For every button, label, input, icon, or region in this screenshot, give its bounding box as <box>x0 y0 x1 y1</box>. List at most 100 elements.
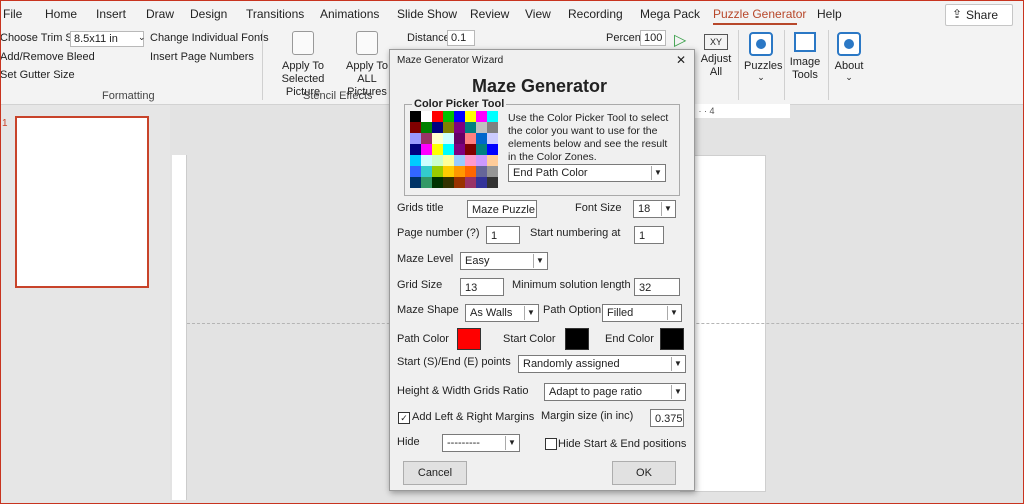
apply-selected-button[interactable]: Apply To Selected Picture <box>268 31 338 99</box>
slide-thumbnail[interactable] <box>15 116 149 288</box>
hide-positions-checkbox[interactable] <box>545 438 557 450</box>
palette-color-cell[interactable] <box>476 144 487 155</box>
tab-recording[interactable]: Recording <box>568 7 623 21</box>
palette-color-cell[interactable] <box>432 144 443 155</box>
palette-color-cell[interactable] <box>465 144 476 155</box>
palette-color-cell[interactable] <box>432 111 443 122</box>
palette-color-cell[interactable] <box>432 177 443 188</box>
margins-checkbox[interactable]: ✓ <box>398 412 410 424</box>
maze-level-select[interactable]: Easy ▼ <box>460 252 548 270</box>
color-target-select[interactable]: End Path Color ▼ <box>508 164 666 182</box>
palette-color-cell[interactable] <box>410 177 421 188</box>
palette-color-cell[interactable] <box>454 122 465 133</box>
palette-color-cell[interactable] <box>465 122 476 133</box>
palette-color-cell[interactable] <box>432 133 443 144</box>
palette-color-cell[interactable] <box>443 111 454 122</box>
palette-color-cell[interactable] <box>443 144 454 155</box>
apply-all-button[interactable]: Apply To ALL Pictures <box>338 31 396 99</box>
puzzles-button[interactable]: Puzzles ⌄ <box>744 32 783 83</box>
tab-mega-pack[interactable]: Mega Pack <box>640 7 700 21</box>
palette-color-cell[interactable] <box>454 111 465 122</box>
palette-color-cell[interactable] <box>432 122 443 133</box>
tab-transitions[interactable]: Transitions <box>246 7 304 21</box>
play-icon[interactable]: ▷ <box>674 30 686 50</box>
palette-color-cell[interactable] <box>421 133 432 144</box>
tab-slide-show[interactable]: Slide Show <box>397 7 457 21</box>
end-color-swatch[interactable] <box>660 328 684 350</box>
start-numbering-input[interactable]: 1 <box>634 226 664 244</box>
palette-color-cell[interactable] <box>465 166 476 177</box>
page-number-input[interactable]: 1 <box>486 226 520 244</box>
tab-review[interactable]: Review <box>470 7 509 21</box>
grid-size-input[interactable]: 13 <box>460 278 504 296</box>
palette-color-cell[interactable] <box>443 155 454 166</box>
set-gutter-size-button[interactable]: Set Gutter Size <box>0 69 75 81</box>
tab-draw[interactable]: Draw <box>146 7 174 21</box>
palette-color-cell[interactable] <box>476 177 487 188</box>
tab-view[interactable]: View <box>525 7 551 21</box>
share-button[interactable]: ⇪ Share <box>945 4 1013 26</box>
palette-color-cell[interactable] <box>421 177 432 188</box>
grids-title-input[interactable]: Maze Puzzle <box>467 200 537 218</box>
palette-color-cell[interactable] <box>410 155 421 166</box>
palette-color-cell[interactable] <box>454 177 465 188</box>
tab-insert[interactable]: Insert <box>96 7 126 21</box>
palette-color-cell[interactable] <box>487 155 498 166</box>
color-palette[interactable] <box>410 111 498 189</box>
tab-puzzle-generator[interactable]: Puzzle Generator <box>713 7 806 21</box>
palette-color-cell[interactable] <box>410 166 421 177</box>
adjust-all-button[interactable]: XY Adjust All <box>700 34 732 79</box>
palette-color-cell[interactable] <box>410 111 421 122</box>
palette-color-cell[interactable] <box>476 133 487 144</box>
insert-page-numbers-button[interactable]: Insert Page Numbers <box>150 51 254 63</box>
margin-size-input[interactable]: 0.375 <box>650 409 684 427</box>
hide-select[interactable]: --------- ▼ <box>442 434 520 452</box>
palette-color-cell[interactable] <box>454 133 465 144</box>
chevron-down-icon[interactable]: ⌄ <box>138 32 146 43</box>
palette-color-cell[interactable] <box>421 155 432 166</box>
start-end-select[interactable]: Randomly assigned ▼ <box>518 355 686 373</box>
percent-input[interactable]: 100 <box>640 30 666 46</box>
palette-color-cell[interactable] <box>465 177 476 188</box>
distance-input[interactable]: 0.1 <box>447 30 475 46</box>
palette-color-cell[interactable] <box>454 166 465 177</box>
palette-color-cell[interactable] <box>432 166 443 177</box>
palette-color-cell[interactable] <box>487 111 498 122</box>
path-option-select[interactable]: Filled ▼ <box>602 304 682 322</box>
add-remove-bleed-button[interactable]: Add/Remove Bleed <box>0 51 95 63</box>
palette-color-cell[interactable] <box>410 133 421 144</box>
palette-color-cell[interactable] <box>421 111 432 122</box>
palette-color-cell[interactable] <box>487 177 498 188</box>
close-icon[interactable]: ✕ <box>676 53 686 67</box>
palette-color-cell[interactable] <box>443 166 454 177</box>
trim-size-select[interactable]: 8.5x11 in <box>70 31 144 47</box>
tab-help[interactable]: Help <box>817 7 842 21</box>
path-color-swatch[interactable] <box>457 328 481 350</box>
about-button[interactable]: About ⌄ <box>832 32 866 83</box>
palette-color-cell[interactable] <box>410 144 421 155</box>
tab-file[interactable]: File <box>3 7 22 21</box>
palette-color-cell[interactable] <box>465 111 476 122</box>
palette-color-cell[interactable] <box>476 122 487 133</box>
image-tools-button[interactable]: Image Tools <box>788 32 822 82</box>
palette-color-cell[interactable] <box>443 133 454 144</box>
tab-home[interactable]: Home <box>45 7 77 21</box>
palette-color-cell[interactable] <box>454 155 465 166</box>
palette-color-cell[interactable] <box>465 133 476 144</box>
palette-color-cell[interactable] <box>487 144 498 155</box>
palette-color-cell[interactable] <box>432 155 443 166</box>
change-fonts-button[interactable]: Change Individual Fonts <box>150 32 269 44</box>
maze-shape-select[interactable]: As Walls ▼ <box>465 304 539 322</box>
ok-button[interactable]: OK <box>612 461 676 485</box>
start-color-swatch[interactable] <box>565 328 589 350</box>
tab-animations[interactable]: Animations <box>320 7 379 21</box>
tab-design[interactable]: Design <box>190 7 227 21</box>
cancel-button[interactable]: Cancel <box>403 461 467 485</box>
palette-color-cell[interactable] <box>410 122 421 133</box>
palette-color-cell[interactable] <box>443 122 454 133</box>
palette-color-cell[interactable] <box>487 122 498 133</box>
palette-color-cell[interactable] <box>476 166 487 177</box>
min-solution-input[interactable]: 32 <box>634 278 680 296</box>
palette-color-cell[interactable] <box>421 166 432 177</box>
palette-color-cell[interactable] <box>476 111 487 122</box>
